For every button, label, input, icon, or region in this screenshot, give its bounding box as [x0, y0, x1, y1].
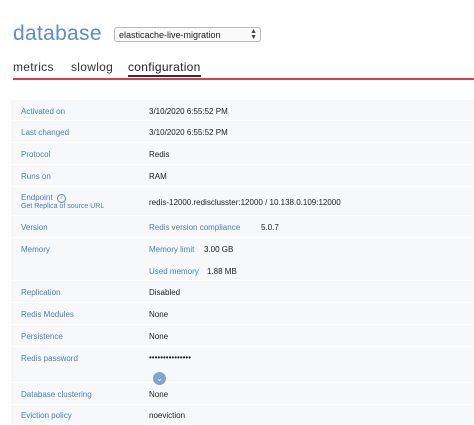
- select-arrows-icon: ▲ ▼: [250, 28, 257, 41]
- get-replica-link[interactable]: Get Replica of source URL: [21, 203, 104, 210]
- database-clustering-value: None: [149, 390, 169, 399]
- tab-bar: metrics slowlog configuration: [13, 60, 474, 80]
- runs-on-value: RAM: [149, 172, 167, 181]
- tab-slowlog[interactable]: slowlog: [71, 60, 113, 74]
- activated-on-value: 3/10/2020 6:55:52 PM: [149, 107, 228, 116]
- page-title: database: [13, 22, 102, 45]
- redis-modules-value: None: [149, 310, 169, 319]
- database-select[interactable]: elasticache-live-migration ▲ ▼: [114, 27, 261, 42]
- persistence-label: Persistence: [21, 332, 63, 341]
- memory-label: Memory: [21, 245, 50, 254]
- endpoint-label-group: Endpoint i: [21, 193, 66, 203]
- memory-limit-value: 3.00 GB: [204, 245, 234, 254]
- protocol-value: Redis: [149, 150, 170, 159]
- header: database: [13, 22, 102, 46]
- row-redis-modules: Redis Modules None: [11, 303, 474, 325]
- tab-metrics[interactable]: metrics: [13, 60, 54, 74]
- runs-on-label: Runs on: [21, 172, 51, 181]
- row-activated-on: Activated on 3/10/2020 6:55:52 PM: [11, 100, 474, 121]
- row-database-clustering: Database clustering None: [11, 383, 474, 405]
- version-value: 5.0.7: [261, 223, 279, 232]
- row-last-changed: Last changed 3/10/2020 6:55:52 PM: [11, 121, 474, 143]
- database-clustering-label: Database clustering: [21, 390, 92, 399]
- eviction-policy-label: Eviction policy: [21, 411, 72, 420]
- redis-password-value: •••••••••••••••: [149, 353, 192, 362]
- row-endpoint: Endpoint i Get Replica of source URL redi…: [11, 187, 474, 216]
- version-label: Version: [21, 223, 48, 232]
- redis-version-compliance-label: Redis version compliance: [149, 223, 241, 232]
- last-changed-value: 3/10/2020 6:55:52 PM: [149, 128, 228, 137]
- redis-password-label: Redis password: [21, 354, 78, 363]
- tab-bar-rule: [13, 78, 474, 80]
- replication-label: Replication: [21, 288, 61, 297]
- endpoint-value: redis-12000.redisclusster:12000 / 10.138…: [149, 198, 341, 207]
- used-memory-label: Used memory: [149, 267, 199, 276]
- tab-configuration[interactable]: configuration: [128, 60, 201, 77]
- used-memory-value: 1.88 MB: [207, 267, 237, 276]
- info-icon[interactable]: i: [56, 194, 66, 203]
- endpoint-label: Endpoint: [21, 193, 53, 202]
- row-replication: Replication Disabled: [11, 281, 474, 303]
- row-memory: Memory Memory limit 3.00 GB Used memory …: [11, 238, 474, 281]
- row-persistence: Persistence None: [11, 325, 474, 347]
- protocol-label: Protocol: [21, 150, 51, 159]
- row-redis-password: Redis password •••••••••••••••: [11, 347, 474, 383]
- database-select-value: elasticache-live-migration: [119, 29, 221, 40]
- row-version: Version Redis version compliance 5.0.7: [11, 216, 474, 238]
- row-eviction-policy: Eviction policy noeviction: [11, 405, 474, 425]
- row-protocol: Protocol Redis: [11, 143, 474, 165]
- chevron-down-icon[interactable]: ⌄: [153, 372, 166, 385]
- last-changed-label: Last changed: [21, 128, 70, 137]
- persistence-value: None: [149, 332, 169, 341]
- configuration-panel: Activated on 3/10/2020 6:55:52 PM Last c…: [11, 100, 474, 425]
- memory-limit-label: Memory limit: [149, 245, 195, 254]
- row-runs-on: Runs on RAM: [11, 165, 474, 187]
- replication-value: Disabled: [149, 288, 181, 297]
- eviction-policy-value: noeviction: [149, 411, 186, 420]
- activated-on-label: Activated on: [21, 107, 66, 116]
- redis-modules-label: Redis Modules: [21, 310, 74, 319]
